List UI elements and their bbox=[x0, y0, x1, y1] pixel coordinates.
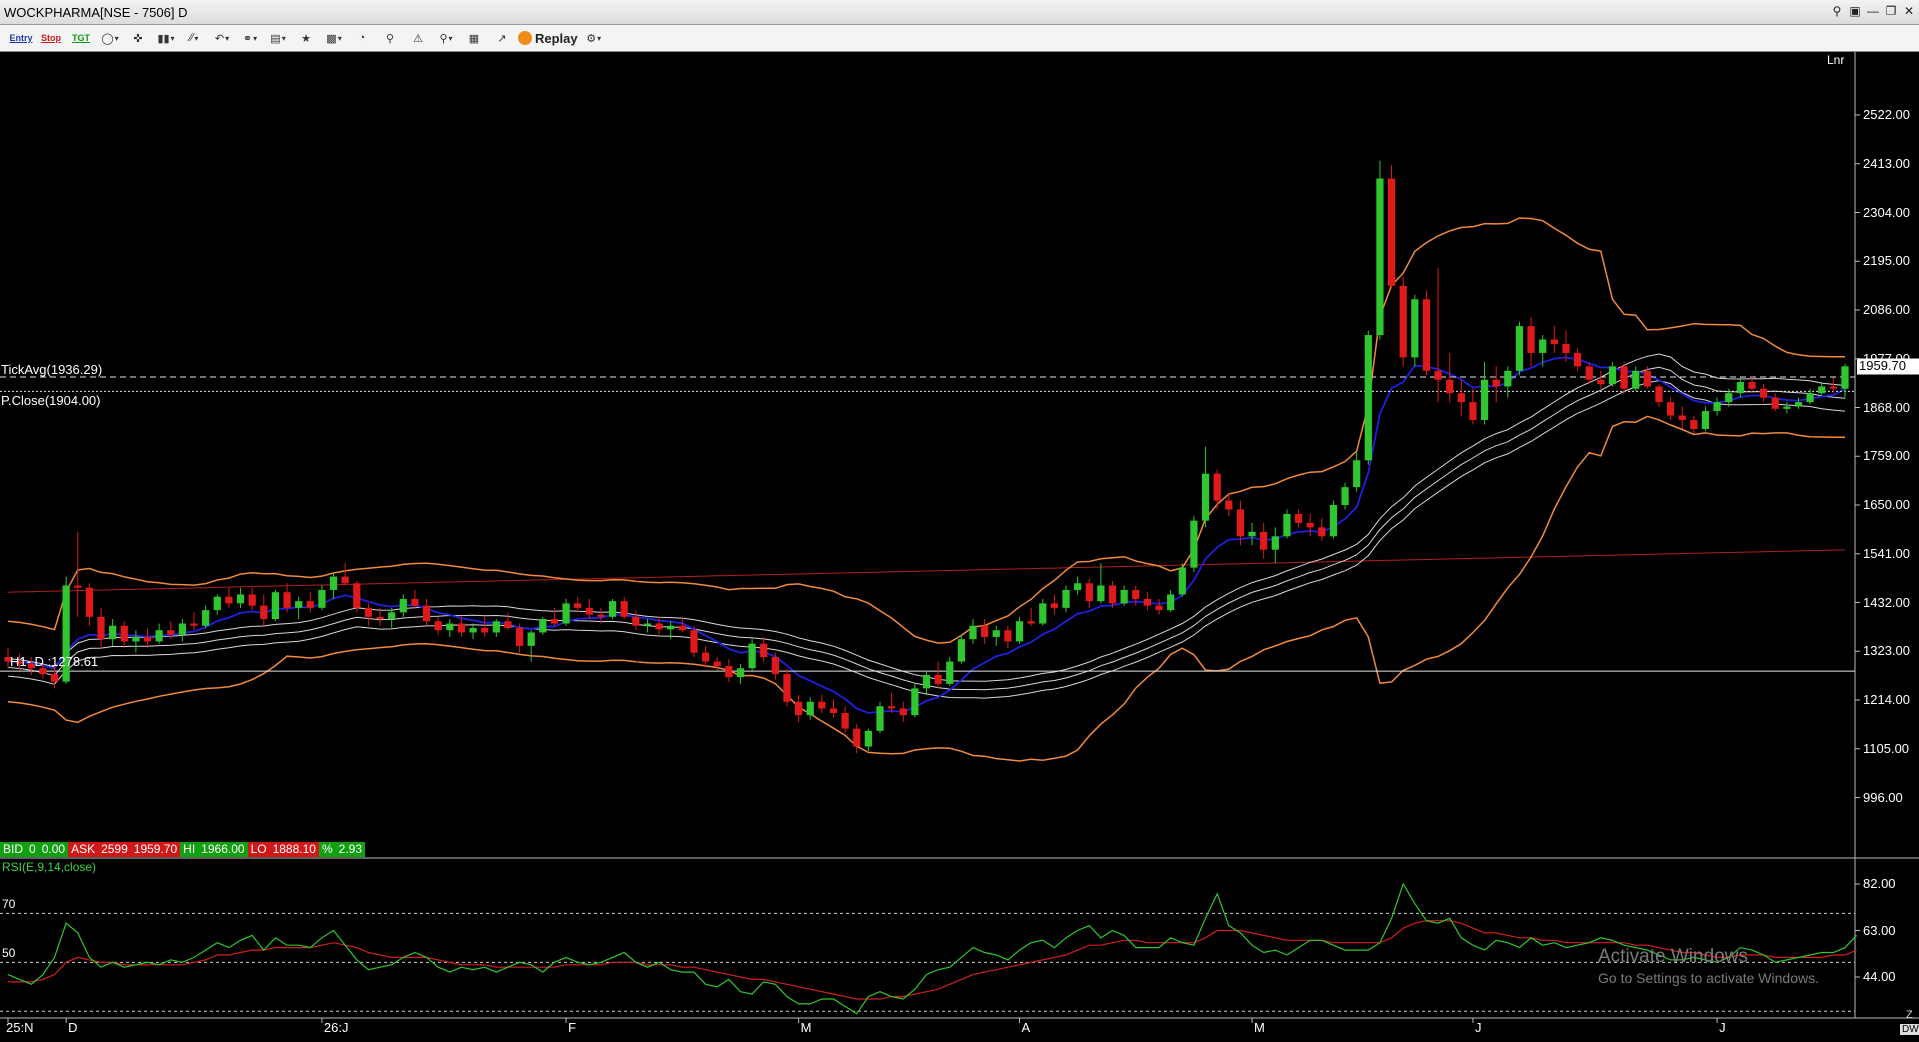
price-tick-label: 996.00 bbox=[1863, 789, 1903, 805]
ask-label: ASK bbox=[68, 842, 99, 857]
price-tick-label: 1323.00 bbox=[1863, 643, 1910, 659]
price-tick-label: 2086.00 bbox=[1863, 302, 1910, 317]
time-tick-label: M bbox=[1254, 1020, 1265, 1035]
zoom-corner-label[interactable]: Z bbox=[1906, 1009, 1913, 1021]
lo-value: 1888.10 bbox=[269, 842, 319, 857]
activate-windows-watermark: Activate Windows Go to Settings to activ… bbox=[1598, 946, 1819, 986]
scale-type-label[interactable]: Lnr bbox=[1827, 53, 1844, 67]
hi-value: 1966.00 bbox=[198, 842, 248, 857]
pct-value: 2.93 bbox=[335, 842, 365, 857]
time-tick-label: M bbox=[800, 1020, 812, 1035]
compare-icon[interactable]: ◔ bbox=[350, 28, 374, 48]
rsi-tick-label: 63.00 bbox=[1863, 922, 1896, 938]
reference-line-label: TickAvg(1936.29) bbox=[1, 361, 103, 377]
scanner-icon[interactable]: ⚲ bbox=[378, 28, 402, 48]
price-tick-label: 1432.00 bbox=[1863, 594, 1910, 610]
rsi-level-label: 70 bbox=[2, 897, 16, 912]
hi-label: HI bbox=[180, 842, 199, 857]
time-tick-label: 26:J bbox=[323, 1020, 349, 1035]
time-tick-label: 25:N bbox=[6, 1020, 34, 1035]
reference-line-label: P.Close(1904.00) bbox=[1, 393, 101, 409]
time-tick-label: J bbox=[1719, 1020, 1726, 1035]
entry-button[interactable]: Entry bbox=[8, 28, 34, 48]
replay-button[interactable]: Replay bbox=[518, 28, 578, 48]
time-tick-label: D bbox=[68, 1020, 78, 1035]
price-tick-label: 1105.00 bbox=[1863, 740, 1910, 756]
ask-price: 1959.70 bbox=[130, 842, 181, 857]
alert-icon[interactable]: ⚠ bbox=[406, 28, 430, 48]
ask-qty: 2599 bbox=[98, 842, 131, 857]
chart-overlay: 2522.00 2413.00 2304.00 2195.00 2086.00 1977.… bbox=[0, 52, 1919, 1042]
restore-icon[interactable]: ❐ bbox=[1885, 4, 1897, 18]
price-tick-label: 2522.00 bbox=[1863, 107, 1910, 122]
time-tick-label: A bbox=[1021, 1020, 1031, 1035]
study-icon[interactable]: ↗ bbox=[490, 28, 514, 48]
lo-label: LO bbox=[247, 842, 270, 857]
reference-line-label: H1- D :1278.61 bbox=[10, 654, 99, 670]
price-tick-label: 1868.00 bbox=[1863, 399, 1910, 415]
price-tick-label: 1650.00 bbox=[1863, 497, 1910, 512]
rsi-level-label: 50 bbox=[2, 946, 16, 961]
template-icon[interactable]: ▤ ▾ bbox=[266, 28, 290, 48]
replay-icon bbox=[518, 31, 532, 45]
price-tick-label: 1214.00 bbox=[1863, 692, 1910, 707]
last-price-label: 1959.70 bbox=[1859, 358, 1906, 374]
price-tick-label: 2413.00 bbox=[1863, 155, 1910, 171]
bar-type-icon[interactable]: ▮▮ ▾ bbox=[154, 28, 178, 48]
replay-label: Replay bbox=[535, 30, 578, 46]
price-tick-label: 1759.00 bbox=[1863, 448, 1910, 464]
settings-icon[interactable]: ⚙ ▾ bbox=[582, 28, 606, 48]
time-tick-label: F bbox=[568, 1020, 577, 1035]
rsi-indicator-label[interactable]: RSI(E,9,14,close) bbox=[2, 860, 96, 874]
price-tick-label: 2304.00 bbox=[1863, 204, 1910, 220]
indicator-icon[interactable]: ▩ ▾ bbox=[322, 28, 346, 48]
window-title: WOCKPHARMA[NSE - 7506] D bbox=[4, 5, 188, 20]
link-icon[interactable]: ⚭ ▾ bbox=[238, 28, 262, 48]
stop-button[interactable]: Stop bbox=[38, 28, 64, 48]
window-controls: ⚲ ▣ — ❐ ✕ bbox=[1831, 4, 1915, 18]
price-tick-label: 1541.00 bbox=[1863, 545, 1910, 561]
watermark-title: Activate Windows bbox=[1598, 946, 1748, 967]
cursor-icon[interactable]: ◯ ▾ bbox=[98, 28, 122, 48]
line-tools-icon[interactable]: ∕∕ ▾ bbox=[182, 28, 206, 48]
toolbar: Entry Stop TGT ◯ ▾ ✜ ▮▮ ▾ ∕∕ ▾ ↶ ▾ ⚭ ▾ ▤ ▾ ★ ▩… bbox=[0, 25, 1919, 52]
time-tick-label: J bbox=[1474, 1020, 1482, 1035]
pct-label: % bbox=[318, 842, 336, 857]
monitor-icon[interactable]: ▣ bbox=[1849, 4, 1861, 18]
crosshair-icon[interactable]: ✜ bbox=[126, 28, 150, 48]
favorite-icon[interactable]: ★ bbox=[294, 28, 318, 48]
search-icon[interactable]: ⚲ bbox=[1831, 4, 1843, 18]
rsi-tick-label: 44.00 bbox=[1863, 969, 1896, 984]
close-icon[interactable]: ✕ bbox=[1903, 4, 1915, 18]
zoom-icon[interactable]: ⚲ ▾ bbox=[434, 28, 458, 48]
price-tick-label: 2195.00 bbox=[1863, 253, 1910, 269]
bid-label: BID bbox=[0, 842, 27, 857]
target-button[interactable]: TGT bbox=[68, 28, 94, 48]
watermark-subtitle: Go to Settings to activate Windows. bbox=[1598, 970, 1819, 986]
undo-icon[interactable]: ↶ ▾ bbox=[210, 28, 234, 48]
bid-price: 0.00 bbox=[38, 842, 69, 857]
delete-icon[interactable]: ▦ bbox=[462, 28, 486, 48]
rsi-tick-label: 82.00 bbox=[1863, 876, 1896, 891]
bid-qty: 0 bbox=[26, 842, 39, 857]
quote-bar: BID 0 0.00 ASK 2599 1959.70 HI 1966.00 L… bbox=[0, 842, 365, 857]
minimize-icon[interactable]: — bbox=[1867, 4, 1879, 18]
period-corner-label[interactable]: DW bbox=[1900, 1024, 1919, 1035]
title-bar: WOCKPHARMA[NSE - 7506] D ⚲ ▣ — ❐ ✕ bbox=[0, 0, 1919, 25]
